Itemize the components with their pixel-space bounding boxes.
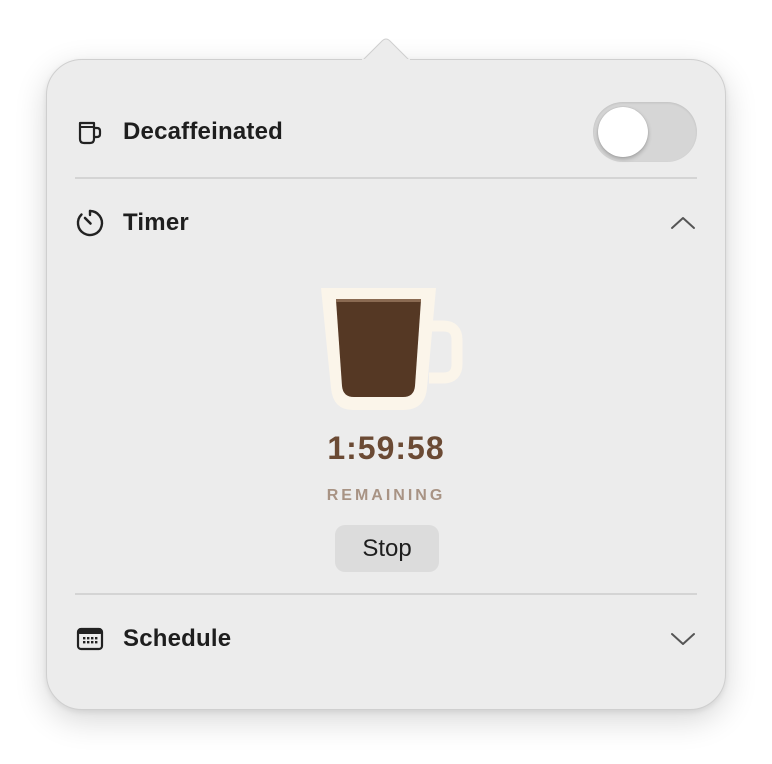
decaf-row: Decaffeinated <box>75 102 697 162</box>
timer-remaining-value: 1:59:58 <box>327 430 445 466</box>
calendar-icon <box>75 624 105 654</box>
schedule-row[interactable]: Schedule <box>75 621 697 657</box>
decaf-label: Decaffeinated <box>123 118 283 145</box>
popover-arrow <box>362 38 410 61</box>
decaf-toggle-knob <box>598 107 648 157</box>
cup-icon <box>75 117 105 147</box>
popover-panel: Decaffeinated Timer 1:59:58 REMAINING St… <box>46 59 726 710</box>
timer-remaining-caption: REMAINING <box>326 487 446 504</box>
schedule-label: Schedule <box>123 625 232 652</box>
chevron-up-icon[interactable] <box>669 209 697 237</box>
stop-button[interactable]: Stop <box>335 525 439 572</box>
decaf-toggle[interactable] <box>593 102 697 162</box>
timer-icon <box>75 208 105 238</box>
chevron-down-icon[interactable] <box>669 625 697 653</box>
divider-1 <box>75 177 697 179</box>
timer-label: Timer <box>123 209 189 236</box>
coffee-cup-illustration <box>321 288 463 410</box>
menu-bar-popover-window: Decaffeinated Timer 1:59:58 REMAINING St… <box>0 0 772 764</box>
timer-row[interactable]: Timer <box>75 205 697 241</box>
divider-2 <box>75 593 697 595</box>
